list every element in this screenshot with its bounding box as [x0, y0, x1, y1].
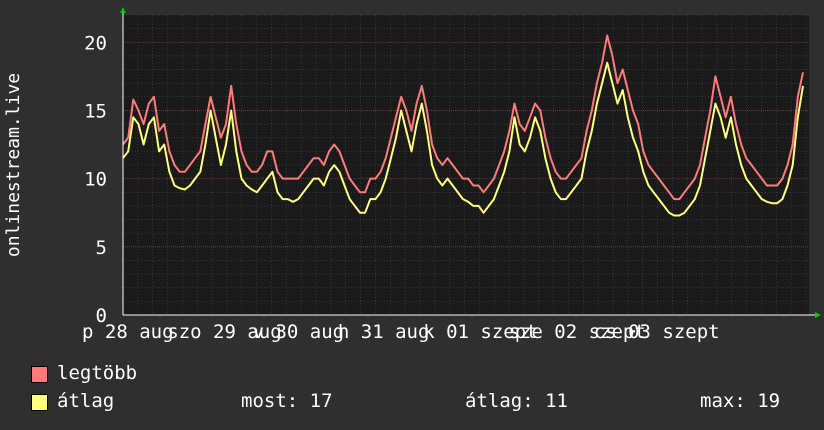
y-axis-arrow [120, 7, 126, 13]
y-axis-label: onlinestream.live [3, 73, 24, 257]
chart: 05101520p 28 augszo 29 augv 30 augh 31 a… [3, 7, 821, 343]
legend-label-legtobb: legtöbb [57, 362, 138, 384]
y-tick-label: 10 [84, 169, 107, 191]
x-tick-label: p 28 aug [82, 321, 174, 343]
stat-atlag: átlag: 11 [465, 390, 568, 412]
legend-label-atlag: átlag [57, 390, 115, 412]
x-tick-label: cs 03 szept [594, 321, 720, 343]
stat-max: max: 19 [700, 390, 781, 412]
y-tick-label: 5 [96, 237, 107, 259]
stat-most: most: 17 [241, 390, 333, 412]
legend-swatch-legtobb [31, 366, 48, 383]
x-tick-label: v 30 aug [253, 321, 345, 343]
y-tick-label: 15 [84, 100, 107, 122]
x-tick-label: h 31 aug [338, 321, 430, 343]
legend-swatch-atlag [31, 394, 48, 411]
y-tick-label: 20 [84, 32, 107, 54]
x-axis-arrow [815, 312, 821, 318]
